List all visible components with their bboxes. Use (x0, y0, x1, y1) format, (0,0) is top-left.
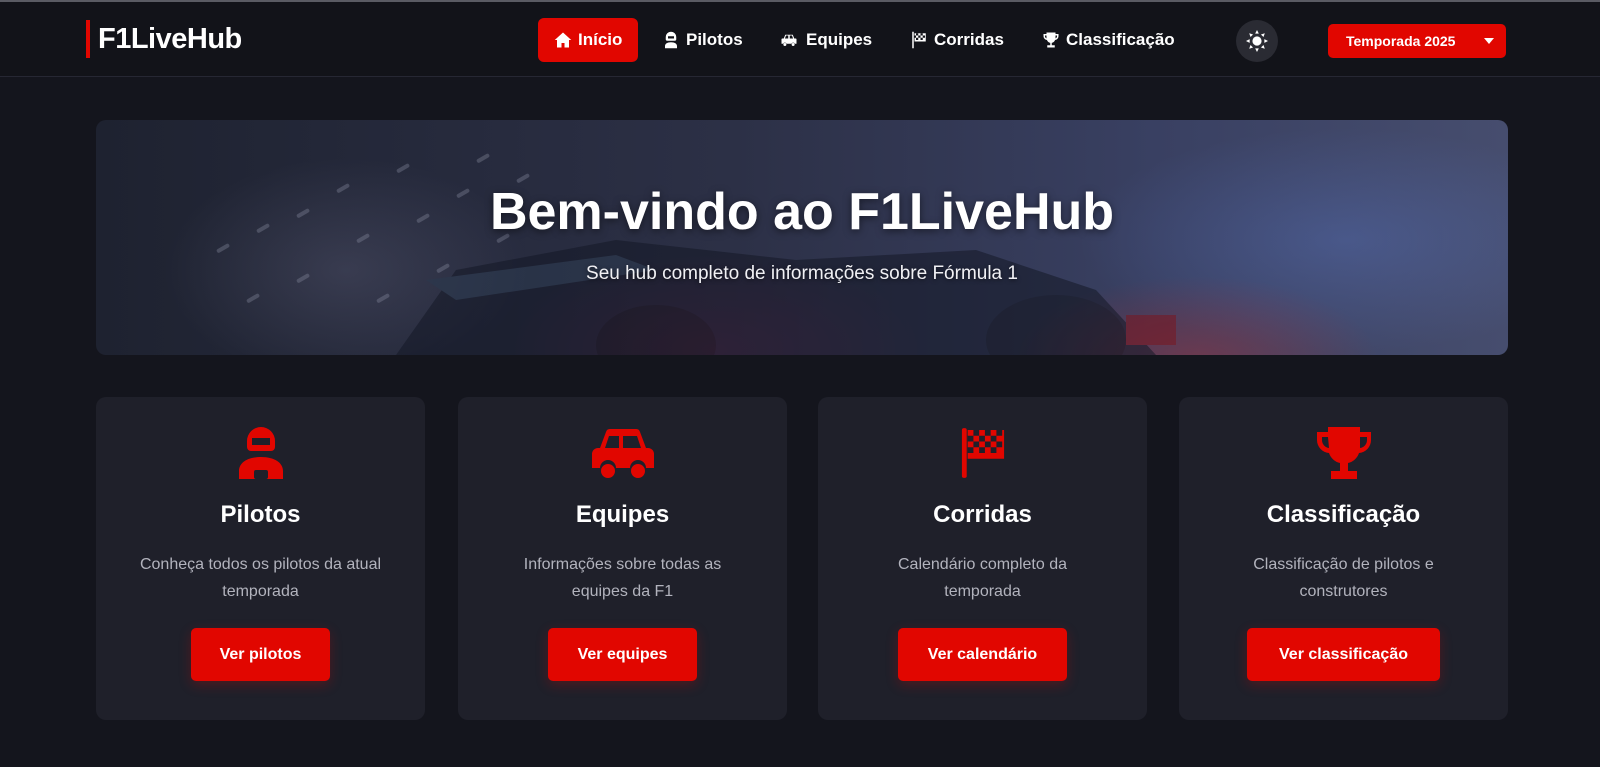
car-icon (591, 428, 654, 478)
nav-item-label: Corridas (934, 30, 1004, 49)
card-title: Corridas (933, 501, 1032, 528)
season-label: Temporada 2025 (1346, 33, 1456, 49)
card-classificacao: Classificação Classificação de pilotos e… (1179, 397, 1508, 720)
ver-calendario-button[interactable]: Ver calendário (898, 628, 1067, 681)
brand-logo[interactable]: F1LiveHub (86, 20, 242, 58)
card-equipes: Equipes Informações sobre todas as equip… (458, 397, 787, 720)
hero-title: Bem-vindo ao F1LiveHub (489, 183, 1115, 241)
card-title: Equipes (575, 501, 670, 528)
trophy-icon (1316, 427, 1371, 479)
nav-item-label: Classificação (1066, 30, 1175, 49)
nav-item-label: Pilotos (686, 30, 743, 49)
caret-down-icon (1484, 38, 1494, 44)
card-description: Informações sobre todas as equipes da F1 (523, 556, 722, 600)
nav-item-equipes[interactable]: Equipes (762, 18, 888, 62)
nav-item-corridas[interactable]: Corridas (894, 18, 1020, 62)
ver-pilotos-button[interactable]: Ver pilotos (191, 628, 330, 681)
driver-icon (665, 31, 677, 49)
nav-item-classificacao[interactable]: Classificação (1026, 18, 1191, 62)
nav-item-pilotos[interactable]: Pilotos (646, 18, 759, 62)
ver-classificacao-button[interactable]: Ver classificação (1247, 628, 1440, 681)
navbar: F1LiveHub Início Pilotos Equipes Corrida… (0, 2, 1600, 77)
driver-icon (238, 427, 283, 479)
hero-subtitle: Seu hub completo de informações sobre Fó… (586, 263, 1018, 284)
hero-banner: Bem-vindo ao F1LiveHub Seu hub completo … (96, 120, 1508, 355)
sun-icon (1246, 30, 1268, 52)
nav-item-label: Equipes (806, 30, 873, 49)
card-description: Calendário completo da temporada (898, 556, 1067, 600)
checkered-flag-icon (912, 31, 926, 49)
card-title: Pilotos (220, 501, 301, 528)
checkered-flag-icon (961, 428, 1004, 478)
theme-toggle-button[interactable] (1236, 20, 1278, 62)
nav-item-inicio[interactable]: Início (538, 18, 639, 62)
ver-equipes-button[interactable]: Ver equipes (548, 628, 697, 681)
card-description: Conheça todos os pilotos da atual tempor… (139, 556, 382, 600)
home-icon (554, 32, 572, 48)
car-icon (781, 34, 797, 46)
season-select[interactable]: Temporada 2025 (1328, 24, 1506, 58)
trophy-icon (1043, 32, 1059, 48)
card-title: Classificação (1266, 501, 1421, 528)
card-pilotos: Pilotos Conheça todos os pilotos da atua… (96, 397, 425, 720)
card-description: Classificação de pilotos e construtores (1253, 556, 1434, 600)
nav-item-label: Início (578, 30, 623, 49)
card-corridas: Corridas Calendário completo da temporad… (818, 397, 1147, 720)
